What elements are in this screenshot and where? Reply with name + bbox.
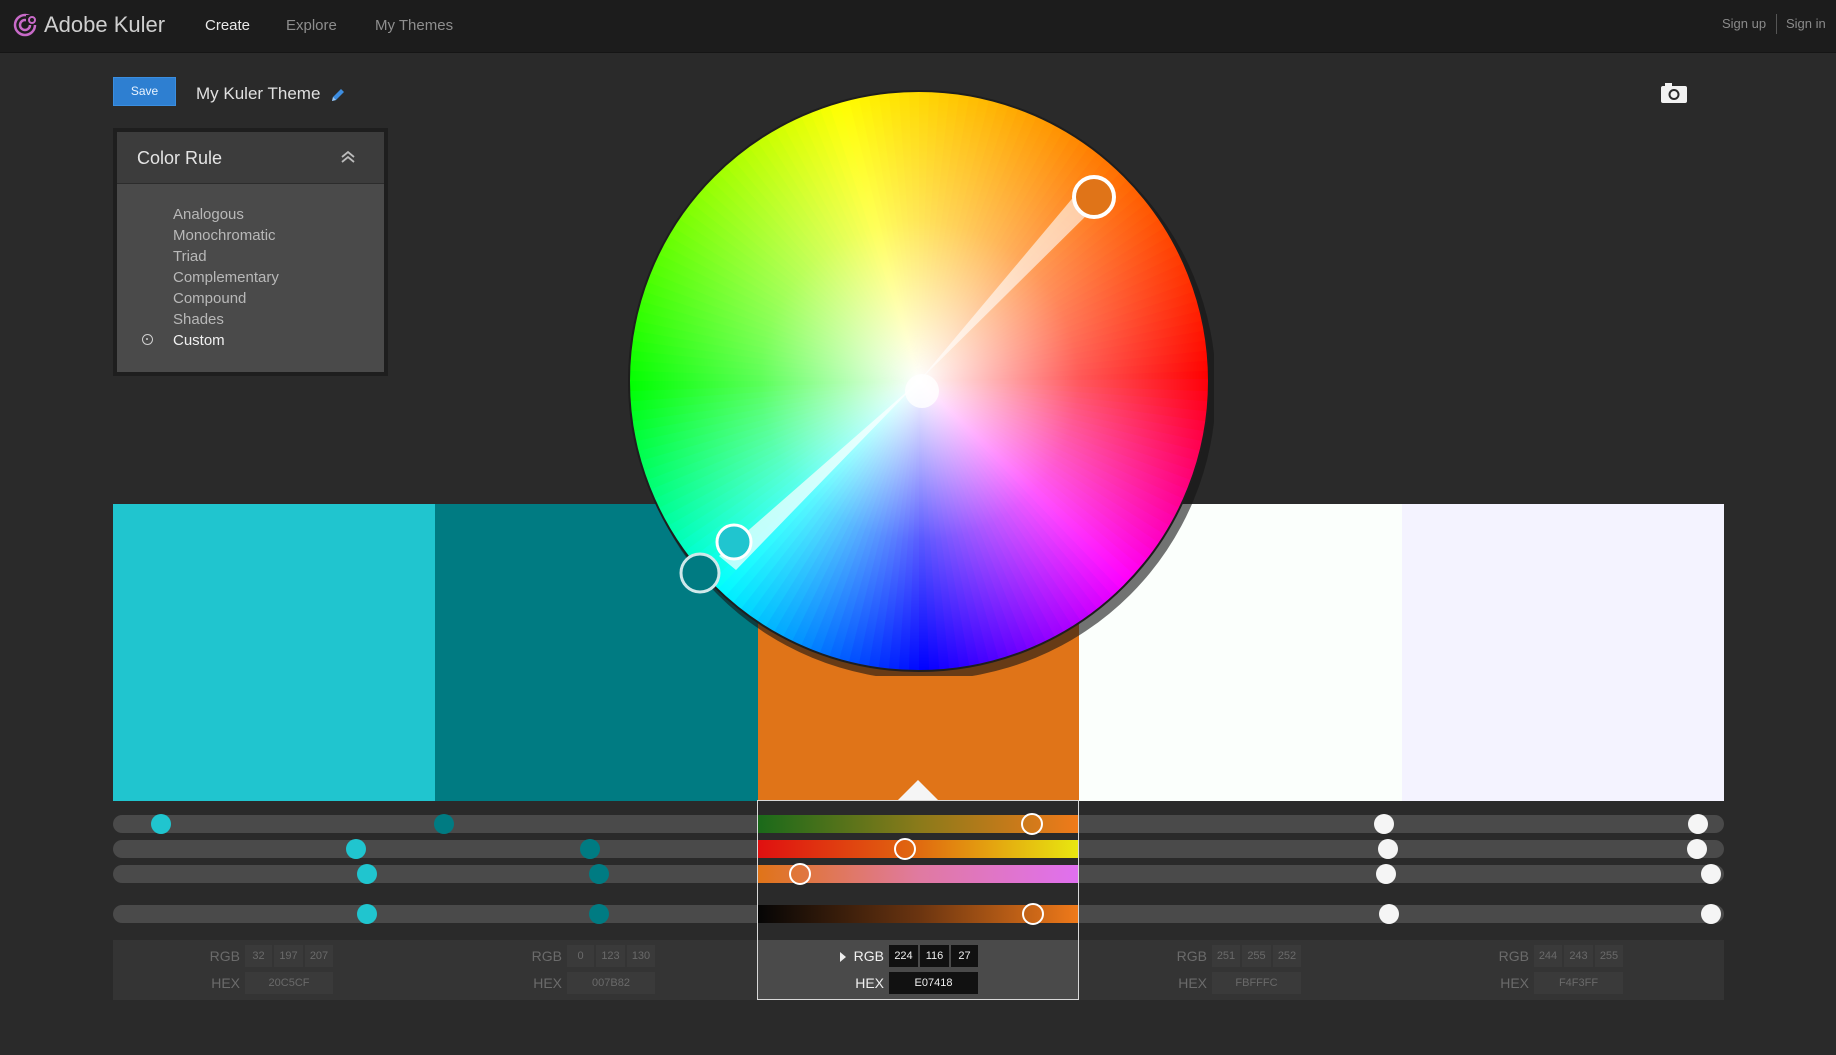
slider-knob[interactable]	[1022, 903, 1044, 925]
rgb-g-field[interactable]: 123	[596, 945, 625, 967]
hex-label: HEX	[855, 975, 884, 991]
slider-knob[interactable]	[1687, 839, 1707, 859]
rule-option-complementary[interactable]: Complementary	[117, 267, 384, 288]
slider-knob[interactable]	[589, 864, 609, 884]
rule-option-custom-label: Custom	[173, 332, 225, 349]
top-nav: Adobe Kuler Create Explore My Themes Sig…	[0, 0, 1836, 53]
hex-field[interactable]: FBFFFC	[1212, 972, 1301, 994]
rule-option-triad[interactable]: Triad	[117, 246, 384, 267]
rgb-label: RGB	[531, 948, 562, 964]
rule-option-monochromatic[interactable]: Monochromatic	[117, 225, 384, 246]
brand-name[interactable]: Adobe Kuler	[44, 12, 165, 38]
pencil-icon[interactable]	[329, 86, 347, 104]
rule-option-analogous[interactable]: Analogous	[117, 204, 384, 225]
color-rule-panel: Color Rule Analogous Monochromatic Triad…	[113, 128, 388, 376]
selected-swatch-indicator	[898, 780, 938, 800]
chevron-double-up-icon[interactable]	[339, 148, 357, 166]
rgb-label: RGB	[853, 948, 884, 964]
kuler-logo-icon[interactable]	[12, 12, 38, 38]
rgb-b-field[interactable]: 252	[1273, 945, 1301, 967]
rgb-label: RGB	[1498, 948, 1529, 964]
rgb-r-field[interactable]: 251	[1212, 945, 1240, 967]
slider-knob[interactable]	[580, 839, 600, 859]
selected-radio-icon	[142, 334, 153, 345]
auth-divider	[1776, 14, 1777, 34]
hex-label: HEX	[533, 975, 562, 991]
color-rule-list: Analogous Monochromatic Triad Complement…	[117, 204, 384, 351]
hex-label: HEX	[1178, 975, 1207, 991]
slider-knob[interactable]	[357, 904, 377, 924]
slider-knob[interactable]	[789, 863, 811, 885]
hex-field[interactable]: E07418	[889, 972, 978, 994]
rgb-g-field[interactable]: 243	[1564, 945, 1593, 967]
slider-knob[interactable]	[894, 838, 916, 860]
nav-create[interactable]: Create	[205, 17, 250, 34]
swatch-5[interactable]	[1402, 504, 1724, 801]
slider-knob[interactable]	[1374, 814, 1394, 834]
color-wheel-graphic[interactable]	[624, 86, 1216, 680]
wheel-center-handle[interactable]	[905, 374, 939, 408]
rule-option-custom[interactable]: Custom	[117, 330, 384, 351]
rgb-label: RGB	[209, 948, 240, 964]
rgb-g-field[interactable]: 255	[1242, 945, 1271, 967]
rgb-g-field[interactable]: 116	[920, 945, 949, 967]
hex-field[interactable]: 007B82	[567, 972, 655, 994]
hex-field[interactable]: F4F3FF	[1534, 972, 1623, 994]
hex-field[interactable]: 20C5CF	[245, 972, 333, 994]
slider-knob[interactable]	[434, 814, 454, 834]
color-rule-header[interactable]: Color Rule	[117, 132, 384, 184]
wheel-handle-cyan[interactable]	[715, 523, 753, 561]
sign-in-link[interactable]: Sign in	[1786, 16, 1826, 31]
slider-knob[interactable]	[1379, 904, 1399, 924]
rgb-g-field[interactable]: 197	[274, 945, 303, 967]
sign-up-link[interactable]: Sign up	[1722, 16, 1766, 31]
color-rule-title: Color Rule	[137, 148, 223, 168]
theme-title[interactable]: My Kuler Theme	[196, 84, 320, 104]
rgb-b-field[interactable]: 27	[951, 945, 978, 967]
swatch-1[interactable]	[113, 504, 435, 801]
slider-knob[interactable]	[357, 864, 377, 884]
camera-icon[interactable]	[1660, 82, 1688, 104]
rgb-label: RGB	[1176, 948, 1207, 964]
nav-my-themes[interactable]: My Themes	[375, 17, 453, 34]
slider-knob[interactable]	[151, 814, 171, 834]
rule-option-compound[interactable]: Compound	[117, 288, 384, 309]
wheel-handle-orange[interactable]	[1072, 175, 1116, 219]
wheel-handle-teal[interactable]	[679, 552, 721, 594]
color-wheel[interactable]	[624, 86, 1216, 680]
slider-knob[interactable]	[1376, 864, 1396, 884]
rgb-b-field[interactable]: 130	[627, 945, 655, 967]
nav-explore[interactable]: Explore	[286, 17, 337, 34]
rgb-b-field[interactable]: 255	[1595, 945, 1623, 967]
slider-knob[interactable]	[1378, 839, 1398, 859]
slider-knob[interactable]	[1688, 814, 1708, 834]
rule-option-shades[interactable]: Shades	[117, 309, 384, 330]
rgb-b-field[interactable]: 207	[305, 945, 333, 967]
slider-knob[interactable]	[1701, 904, 1721, 924]
hex-label: HEX	[1500, 975, 1529, 991]
rgb-r-field[interactable]: 244	[1534, 945, 1562, 967]
rgb-r-field[interactable]: 32	[245, 945, 272, 967]
slider-knob[interactable]	[1701, 864, 1721, 884]
slider-knob[interactable]	[346, 839, 366, 859]
rgb-r-field[interactable]: 0	[567, 945, 594, 967]
slider-gradient-2[interactable]	[758, 840, 1079, 858]
slider-knob[interactable]	[1021, 813, 1043, 835]
hex-label: HEX	[211, 975, 240, 991]
slider-knob[interactable]	[589, 904, 609, 924]
rgb-r-field[interactable]: 224	[889, 945, 918, 967]
save-button[interactable]: Save	[113, 77, 176, 106]
